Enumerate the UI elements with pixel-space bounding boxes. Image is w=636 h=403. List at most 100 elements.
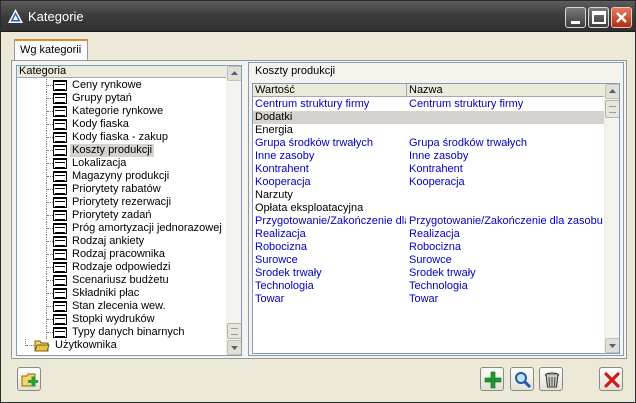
plus-icon: [484, 371, 502, 389]
table-icon: [53, 197, 67, 208]
tree-item-label: Rodzaje odpowiedzi: [72, 261, 171, 273]
cell-nazwa: Grupa środków trwałych: [407, 137, 605, 150]
tree-item[interactable]: Składniki płac: [17, 287, 227, 300]
table-row[interactable]: Realizacja Realizacja: [253, 228, 605, 241]
tree-item[interactable]: Grupy pytań: [17, 92, 227, 105]
close-window-button[interactable]: [611, 7, 632, 28]
tree-scrollbar[interactable]: [226, 66, 241, 355]
table-icon: [53, 249, 67, 260]
table-row[interactable]: Inne zasoby Inne zasoby: [253, 150, 605, 163]
tree-item[interactable]: Magazyny produkcji: [17, 170, 227, 183]
tree-item[interactable]: Próg amortyzacji jednorazowej: [17, 222, 227, 235]
tree-item-label: Rodzaj pracownika: [72, 248, 165, 260]
maximize-button[interactable]: [588, 7, 609, 28]
table-icon: [53, 106, 67, 117]
grid-scroll-thumb[interactable]: [605, 100, 619, 118]
cell-wartosc: Surowce: [255, 254, 298, 266]
cell-wartosc: Narzuty: [255, 189, 293, 201]
tree-item[interactable]: Koszty produkcji: [17, 144, 227, 157]
grid-scroll-up-button[interactable]: [605, 84, 619, 99]
tree-item[interactable]: Rodzaj ankiety: [17, 235, 227, 248]
cell-wartosc: Dodatki: [255, 111, 293, 123]
cell-nazwa: Przygotowanie/Zakończenie dla zasobu: [407, 215, 605, 228]
tree-scroll-thumb[interactable]: [227, 323, 241, 339]
table-row[interactable]: Opłata eksploatacyjna: [253, 202, 605, 215]
search-button[interactable]: [510, 367, 534, 391]
tree-item[interactable]: Priorytety zadań: [17, 209, 227, 222]
cell-wartosc: Przygotowanie/Zakończenie dla zasobu: [255, 215, 406, 227]
grid-scroll-down-button[interactable]: [605, 338, 619, 353]
tree-item[interactable]: Kody fiaska - zakup: [17, 131, 227, 144]
add-button[interactable]: [480, 367, 504, 391]
table-row[interactable]: Kooperacja Kooperacja: [253, 176, 605, 189]
add-category-button[interactable]: [17, 367, 41, 391]
title-bar[interactable]: Kategorie: [1, 1, 635, 32]
values-grid[interactable]: Wartość Nazwa Centrum struktury firmy Cen…: [252, 83, 620, 354]
delete-button[interactable]: [539, 367, 563, 391]
tree-item-label: Ceny rynkowe: [72, 79, 142, 91]
cell-nazwa: Środek trwały: [407, 267, 605, 280]
table-row[interactable]: Energia: [253, 124, 605, 137]
cell-nazwa: Kontrahent: [407, 163, 605, 176]
tree-scroll-down-button[interactable]: [227, 340, 241, 355]
tree-item-uzytkownika[interactable]: Użytkownika: [17, 339, 227, 352]
tree-item[interactable]: Priorytety rezerwacji: [17, 196, 227, 209]
tree-item-label: Priorytety rabatów: [72, 183, 161, 195]
table-icon: [53, 158, 67, 169]
category-tree[interactable]: Kategoria Ceny rynkowe Grupy pytań Kategor…: [16, 65, 242, 356]
table-icon: [53, 223, 67, 234]
close-button[interactable]: [599, 367, 623, 391]
tree-line: [26, 345, 34, 346]
tree-item[interactable]: Priorytety rabatów: [17, 183, 227, 196]
cell-wartosc: Realizacja: [255, 228, 306, 240]
tree-item[interactable]: Kody fiaska: [17, 118, 227, 131]
tree-column-header[interactable]: Kategoria: [17, 66, 227, 78]
cell-nazwa: Realizacja: [407, 228, 605, 241]
table-row[interactable]: Kontrahent Kontrahent: [253, 163, 605, 176]
tree-item[interactable]: Scenariusz budżetu: [17, 274, 227, 287]
column-header-wartosc[interactable]: Wartość: [253, 84, 407, 97]
table-row[interactable]: Surowce Surowce: [253, 254, 605, 267]
table-row[interactable]: Technologia Technologia: [253, 280, 605, 293]
grid-rows: Centrum struktury firmy Centrum struktury…: [253, 98, 605, 306]
tree-item-label: Rodzaj ankiety: [72, 235, 145, 247]
tab-panel: Kategoria Ceny rynkowe Grupy pytań Kategor…: [11, 60, 627, 359]
table-row[interactable]: Centrum struktury firmy Centrum struktury…: [253, 98, 605, 111]
tree-item[interactable]: Stan zlecenia wew.: [17, 300, 227, 313]
tree-item[interactable]: Lokalizacja: [17, 157, 227, 170]
column-header-nazwa[interactable]: Nazwa: [407, 84, 605, 97]
cell-wartosc: Opłata eksploatacyjna: [255, 202, 364, 214]
tree-scroll-up-button[interactable]: [227, 66, 241, 81]
arrow-up-icon: [609, 89, 616, 93]
table-row[interactable]: Robocizna Robocizna: [253, 241, 605, 254]
table-icon: [53, 171, 67, 182]
tree-item-label: Użytkownika: [55, 339, 117, 351]
tree-item-label: Kategorie rynkowe: [72, 105, 164, 117]
minimize-button[interactable]: [565, 7, 586, 28]
table-row[interactable]: Narzuty: [253, 189, 605, 202]
maximize-icon: [592, 11, 606, 24]
tree-item-label: Próg amortyzacji jednorazowej: [72, 222, 222, 234]
tree-item-label: Priorytety zadań: [72, 209, 152, 221]
tree-item[interactable]: Ceny rynkowe: [17, 79, 227, 92]
cell-wartosc: Kooperacja: [255, 176, 311, 188]
table-icon: [53, 210, 67, 221]
table-row[interactable]: Grupa środków trwałych Grupa środków trwa…: [253, 137, 605, 150]
table-row[interactable]: Przygotowanie/Zakończenie dla zasobuPrzy…: [253, 215, 605, 228]
table-row[interactable]: Dodatki: [253, 111, 605, 124]
cell-nazwa: Towar: [407, 293, 605, 306]
table-row[interactable]: Środek trwały Środek trwały: [253, 267, 605, 280]
tree-item[interactable]: Rodzaje odpowiedzi: [17, 261, 227, 274]
red-x-icon: [604, 372, 620, 388]
tree-item[interactable]: Kategorie rynkowe: [17, 105, 227, 118]
tree-item[interactable]: Stopki wydruków: [17, 313, 227, 326]
table-icon: [53, 132, 67, 143]
tab-wg-kategorii[interactable]: Wg kategorii: [14, 39, 88, 61]
folder-icon: [34, 340, 50, 352]
tree-item[interactable]: Typy danych binarnych: [17, 326, 227, 339]
grid-scrollbar[interactable]: [604, 84, 619, 353]
trash-icon: [545, 372, 559, 388]
table-row[interactable]: Towar Towar: [253, 293, 605, 306]
cell-nazwa: Kooperacja: [407, 176, 605, 189]
tree-item[interactable]: Rodzaj pracownika: [17, 248, 227, 261]
